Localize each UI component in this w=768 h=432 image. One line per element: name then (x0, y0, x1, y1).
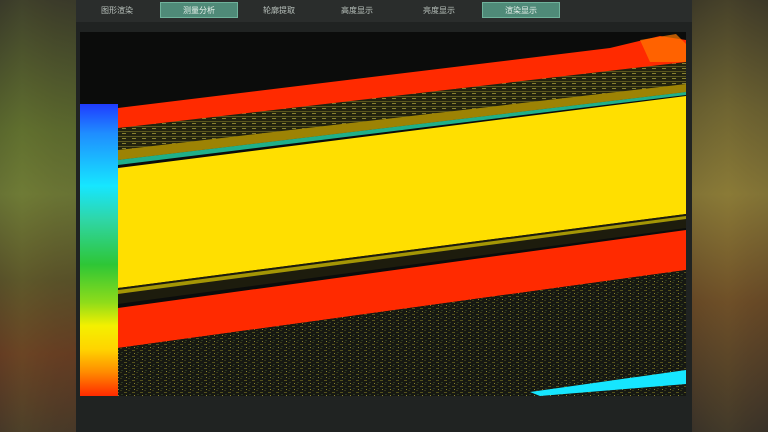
color-scale-bar (80, 104, 118, 396)
app-window: 图形渲染 测量分析 轮廓提取 高度显示 亮度显示 渲染显示 (0, 0, 768, 432)
